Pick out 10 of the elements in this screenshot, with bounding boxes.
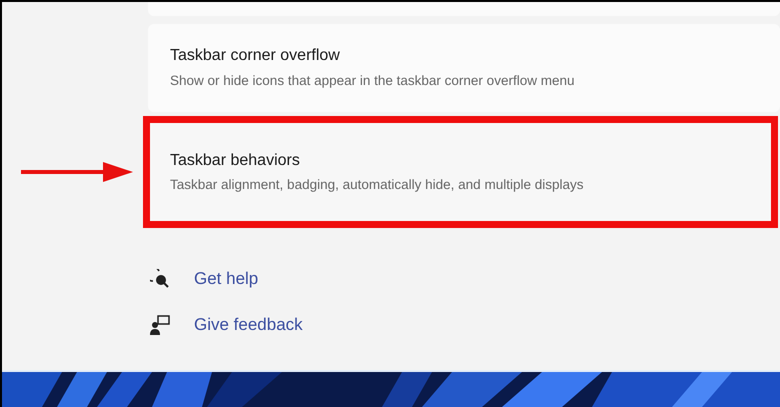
setting-title: Taskbar behaviors [170,150,301,171]
settings-card[interactable]: Taskbar behaviors Taskbar alignment, badging, automatically hide, and multiple displays [143,116,778,228]
link[interactable]: Give feedback [194,312,303,338]
setting-title: Taskbar corner overflow [170,46,341,66]
setting-description: Show or hide icons that appear in the taskbar corner overflow menu [170,73,576,90]
settings-card[interactable]: Taskbar corner overflow Show or hide icons that appear in the taskbar corner overflow menu [148,24,780,112]
help-icon [150,269,170,289]
feedback-icon [149,314,171,336]
link[interactable]: Get help [194,266,258,292]
setting-description: Taskbar alignment, badging, automatically hide, and multiple displays [170,176,584,194]
